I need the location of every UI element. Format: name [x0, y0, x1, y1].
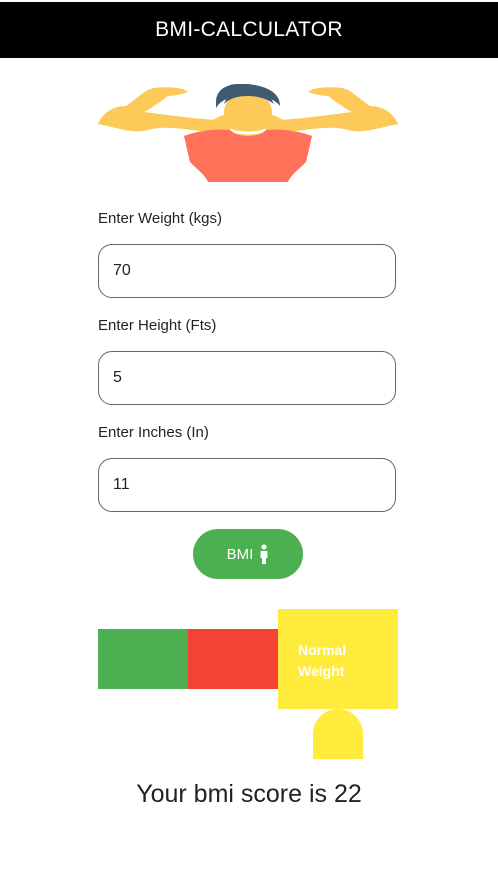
- height-field[interactable]: [98, 351, 396, 405]
- weight-input[interactable]: [111, 261, 395, 281]
- bodybuilder-illustration: [98, 84, 398, 182]
- bmi-scale-overweight: [188, 629, 278, 689]
- weight-field[interactable]: [98, 244, 396, 298]
- inches-field[interactable]: [98, 458, 396, 512]
- inches-label: Enter Inches (In): [98, 424, 209, 441]
- weight-label: Enter Weight (kgs): [98, 210, 222, 227]
- bmi-button-label: BMI: [226, 545, 254, 563]
- app-title: BMI-CALCULATOR: [155, 18, 343, 41]
- inches-input[interactable]: [111, 475, 395, 495]
- bmi-result-text: Your bmi score is 22: [136, 780, 362, 808]
- bmi-category-label: Normal Weight: [298, 642, 347, 679]
- height-input[interactable]: [111, 368, 395, 388]
- bmi-scale-normal: Normal Weight: [278, 609, 398, 709]
- bmi-scale-underweight: [98, 629, 188, 689]
- height-label: Enter Height (Fts): [98, 317, 217, 334]
- bmi-button[interactable]: BMI: [193, 529, 303, 579]
- person-icon: [260, 544, 268, 564]
- app-bar: BMI-CALCULATOR: [0, 2, 498, 58]
- bmi-indicator: [313, 709, 363, 759]
